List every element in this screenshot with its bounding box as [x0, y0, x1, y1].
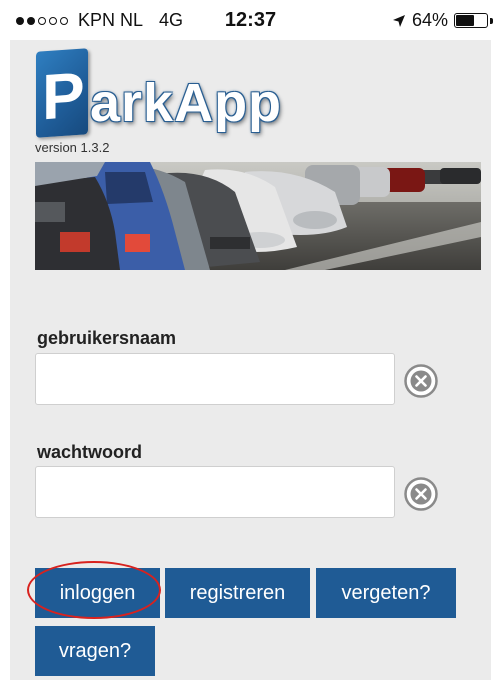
clear-circle-icon — [404, 477, 438, 511]
register-button[interactable]: registreren — [165, 568, 310, 618]
status-bar: KPN NL 4G 12:37 64% — [0, 0, 501, 40]
logo-text: arkApp — [90, 73, 283, 133]
battery-percentage: 64% — [411, 10, 448, 30]
version-label: version 1.3.2 — [35, 140, 110, 155]
login-button[interactable]: inloggen — [35, 568, 160, 618]
clear-password-button[interactable] — [402, 475, 440, 513]
password-label: wachtwoord — [37, 442, 143, 462]
battery-fill — [456, 15, 475, 26]
clear-username-button[interactable] — [402, 362, 440, 400]
battery-tip — [490, 17, 493, 24]
questions-button[interactable]: vragen? — [35, 626, 155, 676]
app-screen: P arkApp version 1.3.2 gebruikersnaam wa… — [10, 40, 491, 680]
battery-icon — [454, 13, 488, 28]
status-right: 64% — [392, 10, 493, 31]
logo-initial: P — [42, 58, 85, 134]
parkapp-logo: P arkApp — [36, 48, 336, 140]
username-label: gebruikersnaam — [37, 328, 177, 348]
location-arrow-icon — [392, 14, 405, 27]
password-input[interactable] — [35, 466, 395, 518]
parking-lot-banner-image — [35, 162, 481, 270]
username-input[interactable] — [35, 353, 395, 405]
forgot-button[interactable]: vergeten? — [316, 568, 456, 618]
clear-circle-icon — [404, 364, 438, 398]
logo-mark: P — [36, 48, 88, 138]
parked-cars-image — [35, 162, 481, 270]
